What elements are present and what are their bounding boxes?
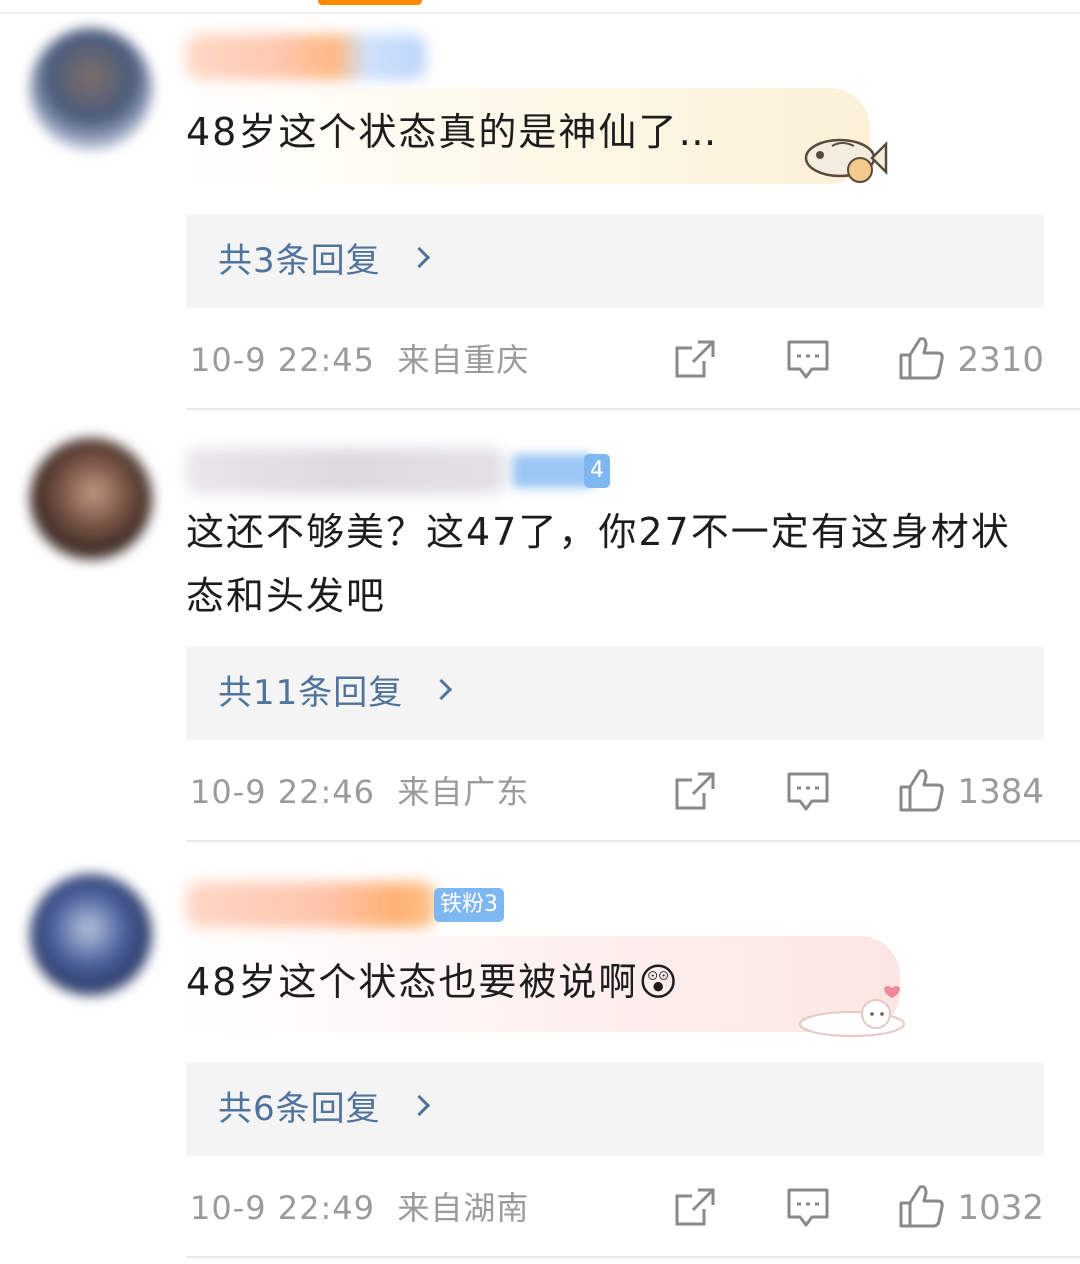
like-icon[interactable] (898, 335, 946, 381)
active-indicator (318, 0, 422, 5)
replies-label: 共6条回复 (218, 1089, 381, 1129)
replies-button[interactable]: 共11条回复 (186, 646, 1044, 740)
like-icon[interactable] (898, 1183, 946, 1229)
like-count: 2310 (957, 340, 1044, 380)
comment-icon[interactable] (786, 1187, 830, 1229)
comment-divider (186, 1256, 1080, 1258)
like-icon[interactable] (898, 767, 946, 813)
username[interactable] (186, 882, 436, 928)
avatar[interactable] (30, 28, 152, 150)
share-icon[interactable] (674, 339, 716, 379)
replies-label: 共11条回复 (218, 673, 404, 713)
username[interactable] (186, 34, 426, 80)
replies-button[interactable]: 共3条回复 (186, 214, 1044, 308)
fan-badge: 4 (584, 454, 610, 488)
timestamp: 10-9 22:49 (190, 1189, 376, 1227)
comment-text: 这还不够美？这47了，你27不一定有这身材状态和头发吧 (186, 510, 1011, 618)
timestamp: 10-9 22:46 (190, 773, 376, 811)
chevron-right-icon (408, 1094, 431, 1117)
comment-meta: 10-9 22:45 来自重庆 (190, 340, 529, 380)
fan-badge: 铁粉3 (434, 888, 504, 922)
comment-text: 48岁这个状态真的是神仙了… (186, 110, 719, 154)
chevron-right-icon (408, 246, 431, 269)
cat-sticker-icon (799, 986, 905, 1037)
username[interactable] (186, 448, 506, 494)
comment-icon[interactable] (786, 339, 830, 381)
top-divider (0, 12, 1080, 14)
avatar[interactable] (30, 438, 152, 560)
location: 来自广东 (397, 773, 530, 811)
like-count: 1384 (957, 772, 1044, 812)
like-count: 1032 (957, 1188, 1044, 1228)
avatar[interactable] (30, 874, 152, 996)
timestamp: 10-9 22:45 (190, 341, 376, 379)
fan-badge-blur (512, 454, 594, 488)
location: 来自湖南 (397, 1189, 530, 1227)
replies-button[interactable]: 共6条回复 (186, 1062, 1044, 1156)
comment-meta: 10-9 22:49 来自湖南 (190, 1188, 529, 1228)
comment-meta: 10-9 22:46 来自广东 (190, 772, 529, 812)
share-icon[interactable] (674, 771, 716, 811)
comment-divider (186, 840, 1080, 842)
replies-label: 共3条回复 (218, 241, 381, 281)
comment-divider (186, 408, 1080, 410)
location: 来自重庆 (397, 341, 530, 379)
share-icon[interactable] (674, 1187, 716, 1227)
comment-text: 48岁这个状态也要被说啊😲 (186, 960, 680, 1004)
comment-icon[interactable] (786, 771, 830, 813)
fish-sticker-icon (804, 138, 888, 183)
chevron-right-icon (430, 678, 453, 701)
